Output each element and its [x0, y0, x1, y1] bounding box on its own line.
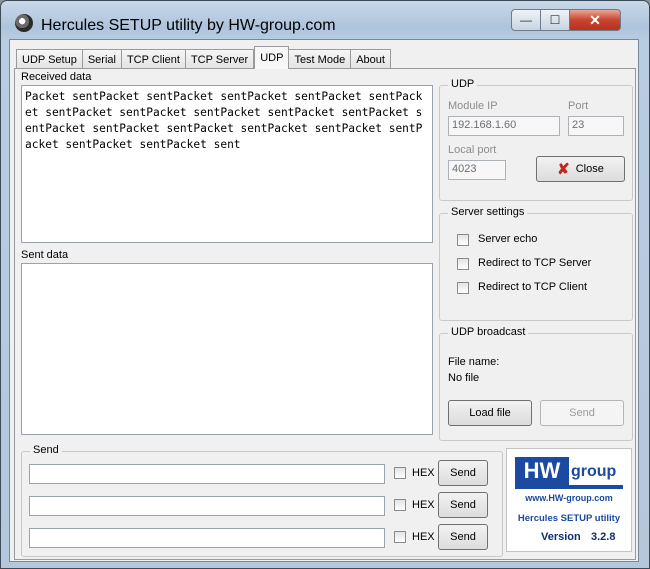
tab-test-mode[interactable]: Test Mode: [289, 49, 352, 69]
group-logo-text: group: [571, 463, 617, 480]
minimize-button[interactable]: —: [511, 9, 541, 31]
load-file-button[interactable]: Load file: [448, 400, 532, 426]
logo-underline: [515, 485, 623, 489]
server-settings-group: Server settings Server echo Redirect to …: [439, 206, 633, 321]
udp-group: UDP Module IP 192.168.1.60 Port 23 Local…: [439, 78, 633, 201]
hex-label-1: HEX: [412, 467, 435, 479]
sent-data-label: Sent data: [21, 249, 69, 261]
udp-broadcast-title: UDP broadcast: [448, 326, 529, 338]
version-number: 3.2.8: [591, 531, 616, 543]
received-data-area[interactable]: Packet sentPacket sentPacket sentPacket …: [21, 85, 433, 243]
udp-group-title: UDP: [448, 78, 478, 90]
redirect-tcp-server-label: Redirect to TCP Server: [478, 257, 592, 269]
received-data-label: Received data: [21, 71, 92, 83]
send-input-3[interactable]: [29, 528, 385, 548]
tab-udp-setup[interactable]: UDP Setup: [16, 49, 83, 69]
send-button-2[interactable]: Send: [438, 492, 488, 518]
window-title: Hercules SETUP utility by HW-group.com: [41, 17, 336, 34]
local-port-label: Local port: [448, 144, 497, 156]
window-controls: — ☐ ✕: [511, 9, 621, 31]
close-button-label: Close: [575, 163, 604, 175]
tab-udp[interactable]: UDP: [254, 46, 290, 69]
hex-label-2: HEX: [412, 499, 435, 511]
tab-tcp-server[interactable]: TCP Server: [185, 49, 255, 69]
hex-checkbox-1[interactable]: [394, 467, 406, 479]
title-bar[interactable]: Hercules SETUP utility by HW-group.com —…: [1, 1, 649, 41]
file-name-label: File name:: [448, 356, 500, 368]
send-button-1[interactable]: Send: [438, 460, 488, 486]
client-area: UDP Setup Serial TCP Client TCP Server U…: [9, 39, 639, 562]
file-name-value: No file: [448, 372, 480, 384]
tab-serial[interactable]: Serial: [82, 49, 122, 69]
module-ip-field[interactable]: 192.168.1.60: [448, 116, 560, 136]
app-window: Hercules SETUP utility by HW-group.com —…: [0, 0, 650, 569]
sent-data-area[interactable]: [21, 263, 433, 435]
send-input-1[interactable]: [29, 464, 385, 484]
redirect-tcp-client-label: Redirect to TCP Client: [478, 281, 588, 293]
redirect-tcp-server-checkbox[interactable]: [457, 258, 469, 270]
send-group-title: Send: [30, 444, 62, 456]
broadcast-send-button[interactable]: Send: [540, 400, 624, 426]
server-echo-checkbox[interactable]: [457, 234, 469, 246]
tab-tcp-client[interactable]: TCP Client: [121, 49, 186, 69]
module-ip-label: Module IP: [448, 100, 498, 112]
maximize-button[interactable]: ☐: [541, 9, 570, 31]
port-label: Port: [568, 100, 589, 112]
server-settings-title: Server settings: [448, 206, 528, 218]
tab-strip: UDP Setup Serial TCP Client TCP Server U…: [16, 46, 391, 69]
port-field[interactable]: 23: [568, 116, 624, 136]
hex-checkbox-2[interactable]: [394, 499, 406, 511]
send-input-2[interactable]: [29, 496, 385, 516]
send-button-3[interactable]: Send: [438, 524, 488, 550]
close-connection-button[interactable]: ✘ Close: [536, 156, 625, 182]
redirect-tcp-client-checkbox[interactable]: [457, 282, 469, 294]
tab-about[interactable]: About: [351, 49, 391, 69]
server-echo-label: Server echo: [478, 233, 538, 245]
udp-broadcast-group: UDP broadcast File name: No file Load fi…: [439, 326, 633, 441]
hercules-app-icon: [15, 14, 33, 32]
logo-url: www.HW-group.com: [525, 493, 613, 503]
hw-logo-mark: HW: [515, 457, 569, 485]
send-group: Send HEX Send HEX Send HEX Send: [21, 444, 503, 557]
close-window-button[interactable]: ✕: [570, 9, 621, 31]
logo-product-name: Hercules SETUP utility: [517, 513, 621, 524]
hw-group-logo: HW group www.HW-group.com Hercules SETUP…: [506, 448, 632, 552]
x-red-icon: ✘: [557, 161, 570, 178]
hex-checkbox-3[interactable]: [394, 531, 406, 543]
local-port-field[interactable]: 4023: [448, 160, 506, 180]
hex-label-3: HEX: [412, 531, 435, 543]
version-label: Version: [541, 531, 581, 543]
